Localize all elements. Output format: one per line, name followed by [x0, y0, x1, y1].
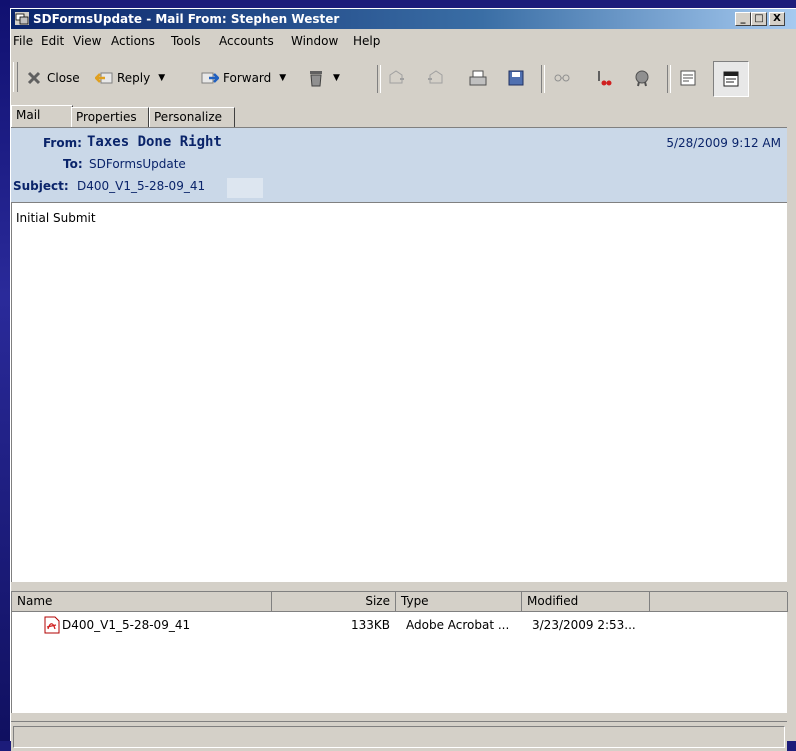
print-button[interactable]	[469, 67, 487, 89]
next-message-button[interactable]	[427, 67, 445, 89]
attachment-type: Adobe Acrobat ...	[406, 618, 510, 632]
menu-tools[interactable]: Tools	[171, 34, 201, 48]
spell-icon	[598, 71, 612, 86]
security-icon	[635, 70, 649, 87]
from-label: From:	[43, 136, 82, 150]
attachment-size: 133KB	[350, 618, 390, 632]
view-tabs: Mail Properties Personalize	[11, 105, 796, 128]
menu-accounts[interactable]: Accounts	[219, 34, 274, 48]
app-icon	[15, 12, 29, 25]
message-body-text: Initial Submit	[16, 211, 96, 225]
subject-label: Subject:	[13, 179, 69, 193]
next-message-icon	[428, 70, 443, 84]
save-icon	[508, 70, 524, 86]
desktop-background	[0, 0, 10, 741]
attachment-name: D400_V1_5-28-09_41	[62, 618, 191, 632]
toolbar-separator	[377, 65, 381, 93]
column-header-empty	[650, 592, 788, 612]
status-bar	[11, 721, 787, 751]
reply-button-label: Reply	[117, 71, 151, 85]
forward-dropdown-arrow[interactable]: ▼	[279, 73, 286, 83]
message-body[interactable]: Initial Submit	[11, 202, 787, 582]
forward-icon	[201, 72, 219, 84]
toolbar-separator	[541, 65, 545, 93]
full-view-icon	[723, 71, 739, 87]
message-date: 5/28/2009 9:12 AM	[666, 136, 781, 150]
forward-button[interactable]: Forward ▼	[201, 67, 286, 89]
header-view-icon	[680, 70, 696, 86]
tab-properties[interactable]: Properties	[71, 107, 149, 128]
menu-window[interactable]: Window	[291, 34, 338, 48]
spell-check-button[interactable]	[595, 67, 613, 89]
menu-actions[interactable]: Actions	[111, 34, 155, 48]
toolbar: Close Reply ▼ Forward ▼ ▼	[11, 53, 796, 103]
prev-message-icon	[389, 70, 404, 84]
tab-mail[interactable]: Mail	[11, 105, 73, 128]
menu-edit[interactable]: Edit	[41, 34, 64, 48]
trash-icon	[310, 71, 322, 87]
message-header: From: Taxes Done Right To: SDFormsUpdate…	[11, 127, 787, 202]
close-window-button[interactable]: X	[769, 12, 785, 26]
close-button-label: Close	[47, 71, 80, 85]
maximize-button[interactable]: □	[751, 12, 767, 26]
close-icon	[27, 71, 41, 85]
reply-button[interactable]: Reply ▼	[95, 67, 165, 89]
forward-button-label: Forward	[223, 71, 272, 85]
column-header-size[interactable]: Size	[272, 592, 396, 612]
subject-highlight	[227, 178, 263, 198]
reply-icon	[95, 72, 113, 84]
full-view-button[interactable]	[713, 61, 749, 97]
print-icon	[469, 70, 487, 86]
menu-file[interactable]: File	[13, 34, 33, 48]
status-panel	[13, 726, 785, 748]
delete-button[interactable]: ▼	[307, 67, 340, 89]
minimize-button[interactable]: _	[735, 12, 751, 26]
from-value[interactable]: Taxes Done Right	[87, 134, 222, 150]
toolbar-separator	[667, 65, 671, 93]
read-receipt-icon	[554, 74, 570, 82]
menu-help[interactable]: Help	[353, 34, 380, 48]
previous-message-button[interactable]	[387, 67, 405, 89]
column-header-modified[interactable]: Modified	[522, 592, 650, 612]
save-button[interactable]	[507, 67, 525, 89]
column-header-type[interactable]: Type	[396, 592, 522, 612]
read-receipt-button[interactable]	[553, 67, 571, 89]
attachments-list: Name Size Type Modified D400_V1_5-28-09_…	[11, 591, 788, 713]
tab-personalize[interactable]: Personalize	[149, 107, 235, 128]
pdf-file-icon	[44, 616, 60, 634]
column-header-name[interactable]: Name	[12, 592, 272, 612]
attachment-modified: 3/23/2009 2:53...	[532, 618, 636, 632]
reply-dropdown-arrow[interactable]: ▼	[158, 73, 165, 83]
close-button[interactable]: Close	[25, 67, 80, 89]
title-bar[interactable]: SDFormsUpdate - Mail From: Stephen Weste…	[11, 9, 796, 29]
to-label: To:	[63, 157, 83, 171]
header-view-button[interactable]	[679, 67, 697, 89]
toolbar-grip[interactable]	[13, 62, 18, 92]
to-value[interactable]: SDFormsUpdate	[89, 157, 186, 171]
menu-bar: File Edit View Actions Tools Accounts Wi…	[11, 31, 796, 51]
security-button[interactable]	[633, 67, 651, 89]
menu-view[interactable]: View	[73, 34, 101, 48]
mail-window: SDFormsUpdate - Mail From: Stephen Weste…	[10, 8, 796, 751]
subject-value: D400_V1_5-28-09_41	[77, 179, 206, 193]
window-title: SDFormsUpdate - Mail From: Stephen Weste…	[33, 12, 340, 26]
delete-dropdown-arrow[interactable]: ▼	[333, 73, 340, 83]
